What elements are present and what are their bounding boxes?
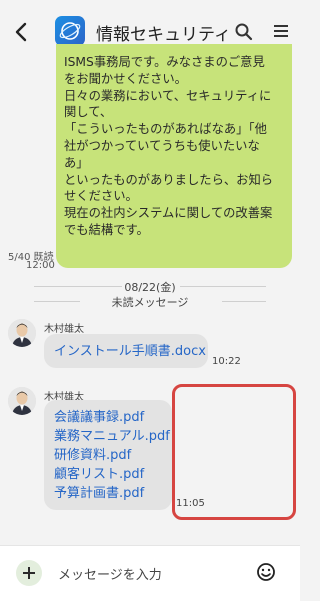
group-icon xyxy=(55,16,85,46)
message-line: でも結構です。 xyxy=(64,222,149,237)
back-arrow-icon[interactable] xyxy=(10,20,34,44)
chat-title: 情報セキュリティ… xyxy=(96,25,228,45)
message-line: 現在の社内システムに関しての改善案 xyxy=(64,206,273,221)
message-line: せください。 xyxy=(64,189,138,204)
plus-icon xyxy=(23,567,35,579)
message-line: あ」 xyxy=(64,155,89,170)
highlight-box xyxy=(172,384,296,520)
message-line: 日々の業務において、セキュリティに xyxy=(64,88,272,103)
message-time: 10:22 xyxy=(212,356,241,367)
message-line: 「こういったものがあればなあ」「他 xyxy=(64,122,267,137)
message-input[interactable]: メッセージを入力 xyxy=(58,564,162,583)
file-link[interactable]: 会議議事録.pdf xyxy=(54,408,162,427)
message-time: 12:00 xyxy=(26,260,55,271)
message-line: 社がつかっていてうちも使いたいな xyxy=(64,138,260,153)
avatar[interactable] xyxy=(8,319,36,347)
menu-icon[interactable] xyxy=(272,22,290,40)
avatar[interactable] xyxy=(8,387,36,415)
message-line: といったものがありましたら、お知ら xyxy=(64,172,274,187)
date-separator: 08/22(金) xyxy=(124,281,176,294)
search-icon[interactable] xyxy=(234,22,254,42)
message-line: 関して、 xyxy=(64,105,113,120)
file-message-bubble: インストール手順書.docx xyxy=(44,334,208,368)
file-link[interactable]: 研修資料.pdf xyxy=(54,446,162,465)
file-link[interactable]: インストール手順書.docx xyxy=(54,342,206,361)
emoji-icon[interactable] xyxy=(256,562,276,582)
file-message-bubble: 会議議事録.pdf 業務マニュアル.pdf 研修資料.pdf 顧客リスト.pdf… xyxy=(44,400,172,510)
file-link[interactable]: 業務マニュアル.pdf xyxy=(54,427,170,446)
unread-label: 未読メッセージ xyxy=(111,296,189,309)
sender-name: 木村雄太 xyxy=(44,324,84,335)
file-link[interactable]: 顧客リスト.pdf xyxy=(54,465,162,484)
own-message-bubble[interactable]: ISMS事務局です。みなさまのご意見 をお聞かせください。 日々の業務において、… xyxy=(56,44,292,268)
file-link[interactable]: 予算計画書.pdf xyxy=(54,484,162,503)
add-attachment-button[interactable] xyxy=(16,560,42,586)
message-line: をお聞かせください。 xyxy=(64,71,187,86)
message-line: ISMS事務局です。みなさまのご意見 xyxy=(64,55,265,69)
